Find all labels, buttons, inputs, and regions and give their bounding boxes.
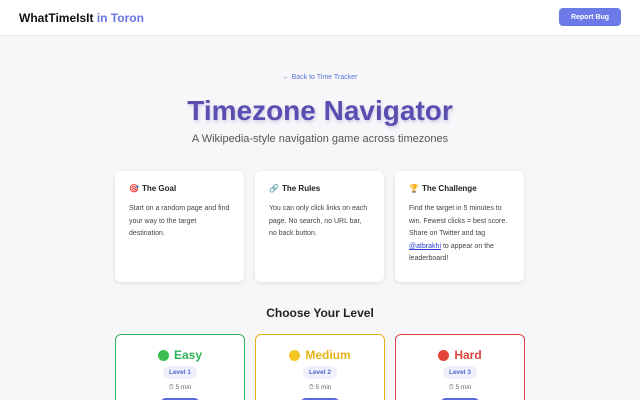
brand-logo[interactable]: WhatTimeIsIt in Toron [19,11,144,25]
trophy-icon: 🏆 [409,184,419,193]
back-to-time-tracker-link[interactable]: ← Back to Time Tracker [0,74,640,81]
goal-card: 🎯 The Goal Start on a random page and fi… [115,171,244,282]
yellow-circle-icon [289,349,301,361]
challenge-card-title: The Challenge [421,184,477,193]
challenge-card: 🏆 The Challenge Find the target in 5 min… [395,171,524,282]
page-title: Timezone Navigator [187,95,453,126]
rules-card-body: You can only click links on each page. N… [269,205,368,237]
level-name-hard: Hard [396,348,524,362]
level-time: ⏱ 5 min [168,384,192,391]
red-circle-icon [438,349,450,361]
level-name-medium: Medium [256,348,384,362]
level-card-medium[interactable]: Medium Level 2 ⏱ 5 min [255,334,385,400]
rules-card-header: 🔗 The Rules [269,184,370,193]
top-bar: WhatTimeIsIt in Toron Report Bug [0,0,640,36]
challenge-text-start: Find the target in 5 minutes to win. Few… [409,205,508,237]
level-time: ⏱ 5 min [448,384,472,391]
level-badge: Level 2 [302,366,338,379]
challenge-card-body: Find the target in 5 minutes to win. Few… [409,203,510,266]
level-label: Easy [173,348,203,362]
link-icon: 🔗 [269,184,279,193]
goal-card-header: 🎯 The Goal [129,184,230,193]
level-badge: Level 1 [162,366,198,379]
rules-card: 🔗 The Rules You can only click links on … [255,171,384,282]
level-time: ⏱ 5 min [308,384,332,391]
brand-city: in Toron [96,11,144,25]
green-circle-icon [157,349,169,361]
goal-card-body: Start on a random page and find your way… [129,205,230,237]
level-label: Hard [454,348,482,362]
twitter-handle-link[interactable]: @atbrakhi [409,243,441,250]
level-badge: Level 3 [442,366,478,379]
level-card-hard[interactable]: Hard Level 3 ⏱ 5 min [395,334,525,400]
level-name-easy: Easy [116,348,244,362]
level-label: Medium [305,348,351,362]
goal-card-title: The Goal [141,184,177,193]
page-subtitle: A Wikipedia-style navigation game across… [191,133,449,145]
levels-heading: Choose Your Level [266,306,374,320]
report-bug-button[interactable]: Report Bug [559,8,621,26]
challenge-card-header: 🏆 The Challenge [409,184,510,193]
brand-name: WhatTimeIsIt [19,11,94,25]
rules-card-title: The Rules [281,184,321,193]
level-card-easy[interactable]: Easy Level 1 ⏱ 5 min [115,334,245,400]
target-icon: 🎯 [129,184,139,193]
